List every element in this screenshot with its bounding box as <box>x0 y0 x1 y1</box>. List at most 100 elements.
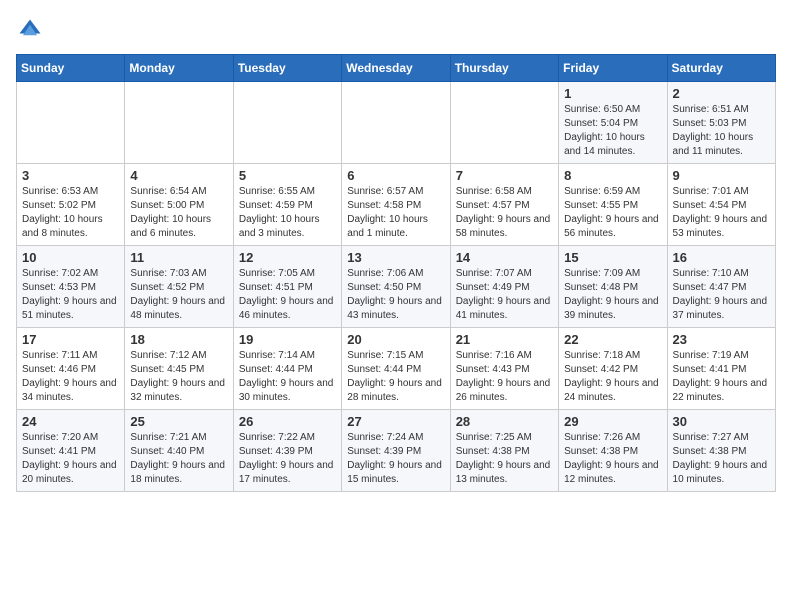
calendar-cell <box>233 82 341 164</box>
day-number: 16 <box>673 250 770 265</box>
day-number: 27 <box>347 414 444 429</box>
day-number: 15 <box>564 250 661 265</box>
cell-text: Sunrise: 6:58 AM Sunset: 4:57 PM Dayligh… <box>456 185 553 241</box>
cell-text: Sunrise: 7:26 AM Sunset: 4:38 PM Dayligh… <box>564 431 661 487</box>
calendar-header-row: SundayMondayTuesdayWednesdayThursdayFrid… <box>17 55 776 82</box>
calendar-cell: 26Sunrise: 7:22 AM Sunset: 4:39 PM Dayli… <box>233 410 341 492</box>
calendar-week-row: 17Sunrise: 7:11 AM Sunset: 4:46 PM Dayli… <box>17 328 776 410</box>
col-header-wednesday: Wednesday <box>342 55 450 82</box>
calendar-cell: 6Sunrise: 6:57 AM Sunset: 4:58 PM Daylig… <box>342 164 450 246</box>
day-number: 10 <box>22 250 119 265</box>
cell-text: Sunrise: 7:12 AM Sunset: 4:45 PM Dayligh… <box>130 349 227 405</box>
day-number: 9 <box>673 168 770 183</box>
calendar-cell: 30 Sunrise: 7:27 AM Sunset: 4:38 PM Dayli… <box>667 410 775 492</box>
cell-text: Sunrise: 7:02 AM Sunset: 4:53 PM Dayligh… <box>22 267 119 323</box>
day-number: 2 <box>673 86 770 101</box>
cell-text: Sunrise: 7:18 AM Sunset: 4:42 PM Dayligh… <box>564 349 661 405</box>
day-number: 23 <box>673 332 770 347</box>
day-number: 24 <box>22 414 119 429</box>
calendar-cell: 16 Sunrise: 7:10 AM Sunset: 4:47 PM Dayli… <box>667 246 775 328</box>
cell-text: Sunrise: 7:25 AM Sunset: 4:38 PM Dayligh… <box>456 431 553 487</box>
cell-text: Sunrise: 7:14 AM Sunset: 4:44 PM Dayligh… <box>239 349 336 405</box>
cell-text: Sunrise: 7:24 AM Sunset: 4:39 PM Dayligh… <box>347 431 444 487</box>
cell-text: Sunrise: 7:07 AM Sunset: 4:49 PM Dayligh… <box>456 267 553 323</box>
calendar-cell: 7Sunrise: 6:58 AM Sunset: 4:57 PM Daylig… <box>450 164 558 246</box>
cell-text: Sunrise: 7:06 AM Sunset: 4:50 PM Dayligh… <box>347 267 444 323</box>
day-number: 18 <box>130 332 227 347</box>
calendar-cell: 3 Sunrise: 6:53 AM Sunset: 5:02 PM Daylig… <box>17 164 125 246</box>
day-number: 13 <box>347 250 444 265</box>
logo-icon <box>16 16 44 44</box>
day-number: 17 <box>22 332 119 347</box>
cell-text: Sunrise: 6:54 AM Sunset: 5:00 PM Dayligh… <box>130 185 227 241</box>
cell-text: Sunrise: 7:21 AM Sunset: 4:40 PM Dayligh… <box>130 431 227 487</box>
day-number: 28 <box>456 414 553 429</box>
cell-text: Sunrise: 7:05 AM Sunset: 4:51 PM Dayligh… <box>239 267 336 323</box>
calendar-cell: 13 Sunrise: 7:06 AM Sunset: 4:50 PM Dayli… <box>342 246 450 328</box>
day-number: 14 <box>456 250 553 265</box>
day-number: 26 <box>239 414 336 429</box>
calendar-week-row: 24 Sunrise: 7:20 AM Sunset: 4:41 PM Dayli… <box>17 410 776 492</box>
calendar-cell: 28 Sunrise: 7:25 AM Sunset: 4:38 PM Dayli… <box>450 410 558 492</box>
calendar-cell: 29 Sunrise: 7:26 AM Sunset: 4:38 PM Dayli… <box>559 410 667 492</box>
calendar-cell: 11 Sunrise: 7:03 AM Sunset: 4:52 PM Dayli… <box>125 246 233 328</box>
cell-text: Sunrise: 7:27 AM Sunset: 4:38 PM Dayligh… <box>673 431 770 487</box>
cell-text: Sunrise: 7:01 AM Sunset: 4:54 PM Dayligh… <box>673 185 770 241</box>
day-number: 29 <box>564 414 661 429</box>
col-header-saturday: Saturday <box>667 55 775 82</box>
page-header <box>16 16 776 44</box>
calendar-week-row: 3 Sunrise: 6:53 AM Sunset: 5:02 PM Daylig… <box>17 164 776 246</box>
day-number: 3 <box>22 168 119 183</box>
calendar-cell <box>450 82 558 164</box>
calendar-cell: 22 Sunrise: 7:18 AM Sunset: 4:42 PM Dayli… <box>559 328 667 410</box>
calendar-week-row: 10 Sunrise: 7:02 AM Sunset: 4:53 PM Dayli… <box>17 246 776 328</box>
day-number: 22 <box>564 332 661 347</box>
calendar-cell: 15 Sunrise: 7:09 AM Sunset: 4:48 PM Dayli… <box>559 246 667 328</box>
day-number: 4 <box>130 168 227 183</box>
cell-text: Sunrise: 7:20 AM Sunset: 4:41 PM Dayligh… <box>22 431 119 487</box>
calendar-cell: 27 Sunrise: 7:24 AM Sunset: 4:39 PM Dayli… <box>342 410 450 492</box>
calendar-cell: 21 Sunrise: 7:16 AM Sunset: 4:43 PM Dayli… <box>450 328 558 410</box>
day-number: 30 <box>673 414 770 429</box>
calendar-cell: 4 Sunrise: 6:54 AM Sunset: 5:00 PM Daylig… <box>125 164 233 246</box>
calendar-cell <box>342 82 450 164</box>
cell-text: Sunrise: 7:03 AM Sunset: 4:52 PM Dayligh… <box>130 267 227 323</box>
cell-text: Sunrise: 7:09 AM Sunset: 4:48 PM Dayligh… <box>564 267 661 323</box>
day-number: 5 <box>239 168 336 183</box>
day-number: 8 <box>564 168 661 183</box>
day-number: 1 <box>564 86 661 101</box>
logo <box>16 16 48 44</box>
calendar-cell: 1 Sunrise: 6:50 AM Sunset: 5:04 PM Daylig… <box>559 82 667 164</box>
calendar-cell: 23 Sunrise: 7:19 AM Sunset: 4:41 PM Dayli… <box>667 328 775 410</box>
cell-text: Sunrise: 6:57 AM Sunset: 4:58 PM Dayligh… <box>347 185 444 241</box>
calendar-cell: 5 Sunrise: 6:55 AM Sunset: 4:59 PM Daylig… <box>233 164 341 246</box>
calendar-cell: 10 Sunrise: 7:02 AM Sunset: 4:53 PM Dayli… <box>17 246 125 328</box>
calendar-cell: 18 Sunrise: 7:12 AM Sunset: 4:45 PM Dayli… <box>125 328 233 410</box>
col-header-thursday: Thursday <box>450 55 558 82</box>
calendar-cell: 8Sunrise: 6:59 AM Sunset: 4:55 PM Daylig… <box>559 164 667 246</box>
calendar-table: SundayMondayTuesdayWednesdayThursdayFrid… <box>16 54 776 492</box>
calendar-cell: 19 Sunrise: 7:14 AM Sunset: 4:44 PM Dayli… <box>233 328 341 410</box>
calendar-cell: 9 Sunrise: 7:01 AM Sunset: 4:54 PM Daylig… <box>667 164 775 246</box>
calendar-cell: 25 Sunrise: 7:21 AM Sunset: 4:40 PM Dayli… <box>125 410 233 492</box>
cell-text: Sunrise: 7:19 AM Sunset: 4:41 PM Dayligh… <box>673 349 770 405</box>
col-header-friday: Friday <box>559 55 667 82</box>
day-number: 20 <box>347 332 444 347</box>
cell-text: Sunrise: 6:55 AM Sunset: 4:59 PM Dayligh… <box>239 185 336 241</box>
cell-text: Sunrise: 7:10 AM Sunset: 4:47 PM Dayligh… <box>673 267 770 323</box>
cell-text: Sunrise: 6:50 AM Sunset: 5:04 PM Dayligh… <box>564 103 661 159</box>
col-header-tuesday: Tuesday <box>233 55 341 82</box>
day-number: 21 <box>456 332 553 347</box>
calendar-cell <box>125 82 233 164</box>
day-number: 12 <box>239 250 336 265</box>
cell-text: Sunrise: 7:16 AM Sunset: 4:43 PM Dayligh… <box>456 349 553 405</box>
cell-text: Sunrise: 6:53 AM Sunset: 5:02 PM Dayligh… <box>22 185 119 241</box>
col-header-monday: Monday <box>125 55 233 82</box>
cell-text: Sunrise: 7:15 AM Sunset: 4:44 PM Dayligh… <box>347 349 444 405</box>
calendar-cell <box>17 82 125 164</box>
cell-text: Sunrise: 6:51 AM Sunset: 5:03 PM Dayligh… <box>673 103 770 159</box>
calendar-cell: 14 Sunrise: 7:07 AM Sunset: 4:49 PM Dayli… <box>450 246 558 328</box>
day-number: 19 <box>239 332 336 347</box>
day-number: 11 <box>130 250 227 265</box>
day-number: 25 <box>130 414 227 429</box>
